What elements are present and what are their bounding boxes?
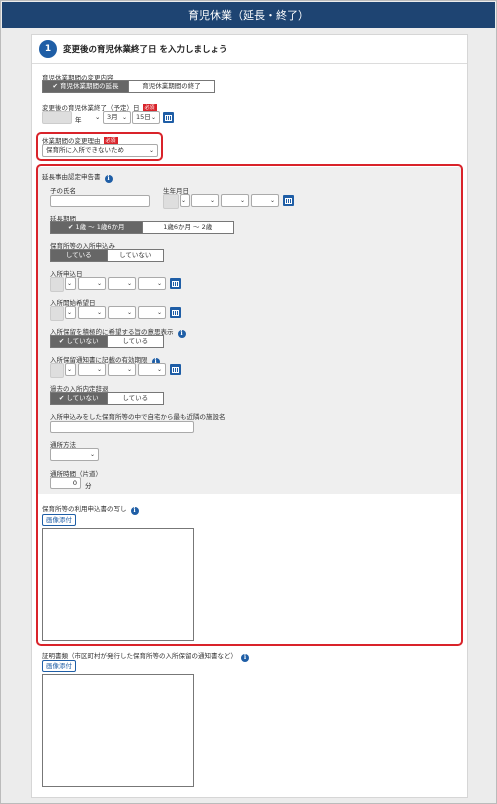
chevron-down-icon: ⌄ bbox=[121, 114, 127, 121]
end-month-value: 3月 bbox=[107, 113, 118, 121]
year-unit: 年 bbox=[75, 116, 82, 124]
option-extend[interactable]: ✔ 育児休業期間の延長 bbox=[43, 81, 128, 92]
reason-highlight-box bbox=[36, 132, 163, 161]
end-day-value: 15日 bbox=[136, 113, 151, 121]
end-month-select[interactable]: 3月 ⌄ bbox=[103, 111, 131, 124]
extension-highlight-box bbox=[36, 164, 463, 646]
change-type-toggle: ✔ 育児休業期間の延長 育児休業期間の終了 bbox=[42, 80, 215, 93]
page-title: 育児休業（延長・終了） bbox=[188, 9, 309, 22]
end-day-select[interactable]: 15日 ⌄ bbox=[132, 111, 160, 124]
end-year-select[interactable] bbox=[42, 111, 72, 124]
attach-certificate-button[interactable]: 画像添付 bbox=[42, 660, 76, 672]
step-title: 変更後の育児休業終了日 を入力しましょう bbox=[63, 45, 228, 55]
calendar-icon[interactable] bbox=[163, 112, 174, 123]
option-end[interactable]: 育児休業期間の終了 bbox=[128, 81, 214, 92]
certificate-preview[interactable] bbox=[42, 674, 194, 787]
step-number-badge: 1 bbox=[39, 40, 57, 58]
chevron-down-icon: ⌄ bbox=[95, 113, 101, 121]
app-header: 育児休業（延長・終了） bbox=[2, 2, 495, 28]
info-icon[interactable]: i bbox=[241, 654, 249, 662]
certificate-label-text: 証明書類（市区町村が発行した保育所等の入所保留の通知書など） bbox=[42, 652, 237, 660]
chevron-down-icon: ⌄ bbox=[150, 114, 156, 121]
divider bbox=[32, 63, 467, 64]
